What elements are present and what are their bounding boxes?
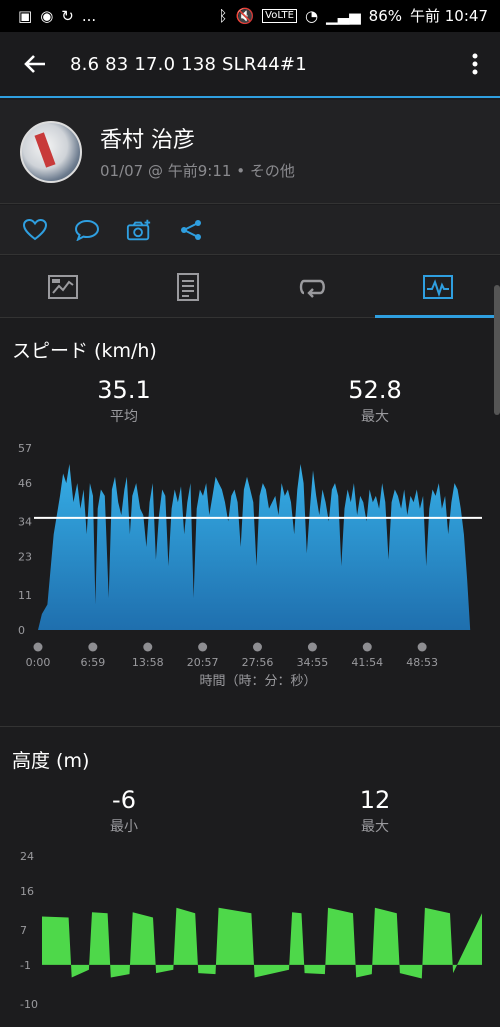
x-tick-dot: [33, 642, 43, 652]
y-tick-label: 0: [18, 624, 25, 637]
x-tick-dot: [417, 642, 427, 652]
altitude-min: -6 最小: [44, 786, 204, 836]
y-tick-label: 7: [20, 924, 27, 937]
y-tick-label: 57: [18, 442, 32, 455]
x-tick-label: 13:58: [132, 656, 164, 669]
volte-icon: VoLTE: [262, 9, 297, 23]
profile-header: 香村 治彦 01/07 @ 午前9:11 • その他: [0, 100, 500, 204]
altitude-min-label: 最小: [110, 819, 138, 835]
x-tick-label: 41:54: [351, 656, 383, 669]
altitude-title: 高度 (m): [12, 750, 90, 772]
altitude-area: [42, 907, 482, 979]
details-icon: [176, 272, 199, 301]
comment-icon[interactable]: [74, 217, 100, 243]
y-tick-label: 24: [20, 850, 34, 863]
x-tick-label: 48:53: [406, 656, 438, 669]
y-tick-label: 16: [20, 885, 34, 898]
y-tick-label: -1: [20, 959, 31, 972]
action-bar: [0, 205, 500, 255]
section-divider: [0, 726, 500, 727]
speed-max-label: 最大: [361, 409, 389, 425]
activity-title: 8.6 83 17.0 138 SLR44#1: [70, 53, 307, 75]
altitude-max-value: 12: [359, 786, 391, 814]
refresh-icon: ↻: [61, 6, 74, 25]
x-tick-dot: [198, 642, 208, 652]
wifi-icon: ◔: [304, 6, 319, 25]
speed-title: スピード (km/h): [12, 340, 157, 362]
altitude-min-value: -6: [112, 786, 136, 814]
user-name[interactable]: 香村 治彦: [100, 122, 295, 154]
more-vert-icon[interactable]: [450, 31, 500, 97]
speed-average: 35.1 平均: [44, 376, 204, 426]
tab-details[interactable]: [125, 256, 250, 317]
y-tick-label: -10: [20, 998, 38, 1011]
y-tick-label: 11: [18, 589, 32, 602]
app-bar: 8.6 83 17.0 138 SLR44#1: [0, 32, 500, 98]
y-tick-label: 34: [18, 515, 32, 528]
altitude-max: 12 最大: [295, 786, 455, 836]
x-tick-label: 0:00: [26, 656, 51, 669]
x-tick-label: 6:59: [81, 656, 106, 669]
scrollbar[interactable]: [494, 285, 500, 415]
speed-average-value: 35.1: [97, 376, 151, 404]
x-tick-dot: [362, 642, 372, 652]
clock: 午前 10:47: [410, 6, 488, 25]
y-tick-label: 23: [18, 551, 32, 564]
speed-area: [38, 464, 471, 630]
x-tick-label: 34:55: [297, 656, 329, 669]
status-bar: ▣ ◉ ↻ ... ᛒ 🔇 VoLTE ◔ ▁▃▅ 86% 午前 10:47: [0, 0, 500, 32]
y-tick-label: 46: [18, 477, 32, 490]
activity-datetime: 01/07 @ 午前9:11 • その他: [100, 162, 295, 180]
circle-icon: ◉: [40, 6, 54, 25]
altitude-max-label: 最大: [361, 819, 389, 835]
altitude-chart[interactable]: -10 -1 7 16 24: [0, 846, 500, 1016]
x-axis-label: 時間（時：分：秒）: [199, 674, 316, 689]
tab-bar: [0, 256, 500, 318]
more-notifications: ...: [81, 6, 97, 25]
chart-icon: [422, 274, 453, 299]
status-right-icons: ᛒ 🔇 VoLTE ◔ ▁▃▅ 86% 午前 10:47: [218, 6, 488, 25]
back-arrow-icon[interactable]: [0, 31, 70, 97]
share-icon[interactable]: [178, 217, 204, 243]
x-tick-dot: [307, 642, 317, 652]
summary-icon: [47, 274, 78, 299]
add-photo-icon[interactable]: [126, 217, 152, 243]
battery-level: 86%: [368, 6, 402, 25]
signal-icon: ▁▃▅: [326, 6, 361, 25]
speed-max-value: 52.8: [348, 376, 402, 404]
image-icon: ▣: [18, 6, 33, 25]
altitude-panel: 高度 (m) -6 最小 12 最大 -10 -1 7 16 24: [0, 728, 500, 1027]
profile-info: 香村 治彦 01/07 @ 午前9:11 • その他: [100, 122, 295, 181]
mute-icon: 🔇: [235, 6, 255, 25]
heart-icon[interactable]: [22, 217, 48, 243]
x-tick-label: 27:56: [242, 656, 274, 669]
x-tick-dot: [252, 642, 262, 652]
laps-icon: [299, 279, 325, 298]
speed-max: 52.8 最大: [295, 376, 455, 426]
speed-average-label: 平均: [110, 409, 138, 425]
tab-laps[interactable]: [250, 256, 375, 317]
x-tick-dot: [88, 642, 98, 652]
speed-panel: スピード (km/h) 35.1 平均 52.8 最大 0 11 23 34 46 57 0…: [0, 320, 500, 720]
avatar[interactable]: [20, 120, 82, 183]
status-left-icons: ▣ ◉ ↻ ...: [18, 6, 97, 25]
tab-charts[interactable]: [375, 256, 500, 318]
speed-chart[interactable]: 0 11 23 34 46 57 0:00 6:59 13:58 20:57 27:56 34:55 4…: [0, 438, 500, 698]
tab-summary[interactable]: [0, 256, 125, 317]
bluetooth-icon: ᛒ: [218, 6, 228, 25]
x-tick-label: 20:57: [187, 656, 219, 669]
x-tick-dot: [143, 642, 153, 652]
